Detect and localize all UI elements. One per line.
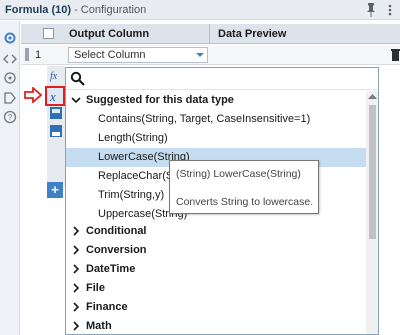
function-label: Length(String) [98, 132, 168, 144]
function-tooltip: (String) LowerCase(String) Converts Stri… [169, 160, 319, 214]
chevron-right-icon [73, 321, 80, 331]
variable-x-button[interactable]: x [45, 86, 65, 106]
category-label: Finance [86, 301, 128, 313]
chevron-right-icon [73, 283, 80, 293]
save-icon[interactable] [49, 106, 63, 120]
category-label: Math [86, 320, 112, 332]
disk-icon[interactable] [49, 124, 63, 138]
gear-icon[interactable] [3, 31, 17, 45]
category-file[interactable]: File [66, 279, 366, 298]
pin-icon[interactable] [364, 2, 378, 18]
panel-subtitle: - Configuration [74, 4, 147, 16]
tag-icon[interactable] [3, 71, 17, 85]
arrow-right-icon [24, 87, 42, 103]
trash-icon[interactable] [391, 48, 400, 61]
table-row[interactable]: 1 Select Column [21, 45, 400, 65]
function-label: ReplaceChar(Str [98, 170, 180, 182]
select-column-value: Select Column [74, 49, 146, 61]
function-label: Trim(String,y) [98, 189, 165, 201]
window-titlebar: Formula (10) - Configuration [0, 0, 400, 20]
tool-name: Formula (10) [5, 4, 72, 16]
category-conditional[interactable]: Conditional [66, 222, 366, 241]
row-number: 1 [35, 49, 42, 61]
more-options-icon[interactable] [384, 2, 396, 18]
panel-title: Formula (10) - Configuration [5, 4, 146, 16]
fx-icon[interactable]: fx [49, 68, 63, 82]
add-expression-button[interactable]: + [47, 182, 63, 198]
code-icon[interactable] [3, 52, 17, 66]
tooltip-description: Converts String to lowercase. [176, 196, 314, 208]
search-icon [70, 71, 85, 86]
svg-text:x: x [49, 89, 56, 104]
chevron-down-icon [196, 53, 204, 57]
row-drag-handle[interactable] [25, 48, 29, 61]
data-preview-header[interactable]: Data Preview [218, 28, 286, 40]
function-item[interactable]: Contains(String, Target, CaseInsensitive… [66, 110, 366, 129]
category-label: DateTime [86, 263, 136, 275]
category-label: File [86, 282, 105, 294]
function-item[interactable]: Length(String) [66, 129, 366, 148]
output-column-header[interactable]: Output Column [69, 28, 149, 40]
function-label: Contains(String, Target, CaseInsensitive… [98, 113, 311, 125]
settings-icon[interactable] [3, 91, 17, 105]
category-datetime[interactable]: DateTime [66, 260, 366, 279]
chevron-right-icon [73, 245, 80, 255]
tooltip-signature: (String) LowerCase(String) [176, 168, 301, 180]
category-label: Suggested for this data type [86, 94, 234, 106]
svg-text:fx: fx [50, 71, 58, 82]
function-search-input[interactable] [90, 71, 370, 87]
chevron-right-icon [73, 302, 80, 312]
chevron-right-icon [73, 226, 80, 236]
select-all-checkbox[interactable] [43, 28, 54, 39]
config-sidebar: ? [0, 21, 20, 335]
chevron-right-icon [73, 264, 80, 274]
category-label: Conversion [86, 244, 147, 256]
variable-x-icon: x [49, 89, 56, 104]
chevron-down-icon [71, 97, 81, 104]
category-finance[interactable]: Finance [66, 298, 366, 317]
scrollbar-thumb[interactable] [369, 105, 376, 239]
svg-text:?: ? [8, 113, 13, 122]
column-divider[interactable] [209, 24, 210, 44]
category-suggested[interactable]: Suggested for this data type [66, 91, 366, 110]
scroll-up-icon[interactable] [368, 93, 377, 100]
dropdown-scrollbar[interactable] [366, 91, 378, 334]
category-conversion[interactable]: Conversion [66, 241, 366, 260]
category-label: Conditional [86, 225, 147, 237]
function-search-bar [66, 68, 378, 90]
select-column-dropdown[interactable]: Select Column [68, 47, 208, 63]
grid-header: Output Column Data Preview [21, 24, 400, 44]
help-icon[interactable]: ? [3, 110, 17, 124]
category-math[interactable]: Math [66, 317, 366, 334]
